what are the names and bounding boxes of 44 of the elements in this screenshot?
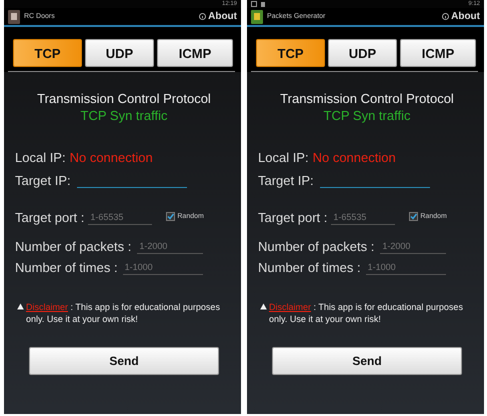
protocol-tab[interactable]: TCP (13, 39, 82, 67)
local-ip-status: No connection (70, 150, 153, 165)
times-label: Number of times : (258, 260, 361, 275)
packets-field[interactable]: 1-2000 (137, 239, 204, 254)
warning-icon (260, 303, 267, 310)
send-button[interactable]: Send (29, 347, 219, 375)
random-checkbox[interactable] (166, 212, 176, 221)
protocol-tab[interactable]: TCP (256, 39, 325, 67)
about-button[interactable]: About (442, 11, 480, 22)
protocol-tab[interactable]: ICMP (157, 39, 233, 67)
protocol-tab[interactable]: ICMP (400, 39, 476, 67)
local-ip-status: No connection (312, 150, 396, 165)
protocol-tab[interactable]: UDP (85, 39, 154, 67)
app-icon (8, 10, 20, 24)
target-port-field[interactable]: 1-65535 (88, 210, 152, 225)
packets-field[interactable]: 1-2000 (380, 239, 446, 254)
times-field[interactable]: 1-1000 (366, 260, 446, 275)
protocol-tab[interactable]: UDP (328, 39, 397, 67)
disclaimer-link[interactable]: Disclaimer (26, 302, 68, 312)
target-ip-label: Target IP: (15, 173, 71, 188)
disclaimer-link[interactable]: Disclaimer (269, 302, 312, 312)
protocol-heading: Transmission Control Protocol (36, 91, 212, 106)
times-label: Number of times : (15, 260, 118, 275)
traffic-subheading: TCP Syn traffic (80, 108, 168, 123)
disclaimer-text: Disclaimer : This app is for educational purposes only. Use it at your own risk! (269, 301, 464, 325)
local-ip-label: Local IP: (15, 150, 66, 165)
protocol-heading: Transmission Control Protocol (279, 91, 455, 106)
target-port-field[interactable]: 1-65535 (331, 210, 396, 225)
target-ip-label: Target IP: (258, 173, 314, 188)
info-icon (442, 13, 450, 20)
disclaimer-text: Disclaimer : This app is for educational purposes only. Use it at your own risk! (26, 301, 221, 325)
packets-label: Number of packets : (15, 239, 132, 254)
packets-label: Number of packets : (258, 239, 374, 254)
random-checkbox[interactable] (409, 212, 418, 221)
times-field[interactable]: 1-1000 (122, 260, 203, 275)
send-button[interactable]: Send (272, 347, 462, 375)
app-icon (251, 10, 263, 24)
info-icon (199, 13, 206, 20)
traffic-subheading: TCP Syn traffic (322, 108, 412, 123)
target-port-label: Target port : (258, 210, 328, 225)
warning-icon (17, 303, 24, 310)
local-ip-label: Local IP: (258, 150, 309, 165)
target-port-label: Target port : (15, 210, 84, 225)
about-button[interactable]: About (199, 11, 237, 22)
